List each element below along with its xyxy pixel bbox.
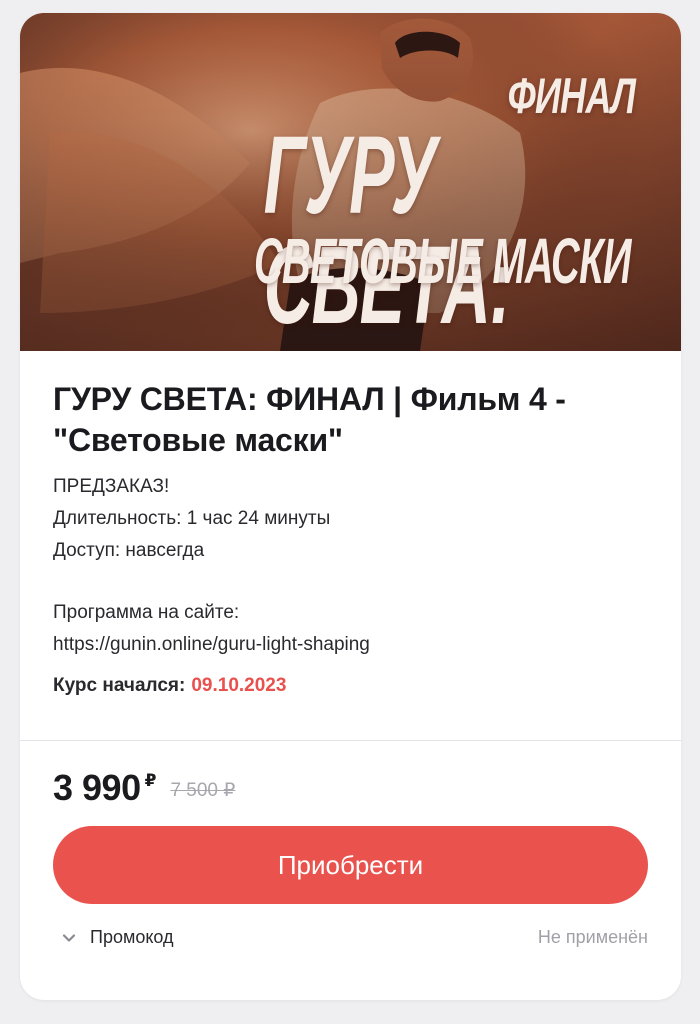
product-info: ПРЕДЗАКАЗ! Длительность: 1 час 24 минуты… [53,471,648,567]
program-info: Программа на сайте: https://gunin.online… [53,597,648,661]
product-card: ФИНАЛ ГУРУ СВЕТА: СВЕТОВЫЕ МАСКИ ГУРУ СВ… [20,13,681,1000]
promo-status: Не применён [537,927,648,947]
duration-text: Длительность: 1 час 24 минуты [53,508,331,529]
program-label: Программа на сайте: [53,602,240,623]
promo-code-label: Промокод [90,927,174,947]
course-start-date: 09.10.2023 [191,675,287,696]
access-text: Доступ: навсегда [53,540,205,561]
program-url: https://gunin.online/guru-light-shaping [53,634,370,655]
product-title[interactable]: ГУРУ СВЕТА: ФИНАЛ | Фильм 4 - "Световые … [53,351,648,461]
banner-final-text: ФИНАЛ [507,68,635,124]
old-price: 7 500 ₽ [170,780,236,801]
preorder-label: ПРЕДЗАКАЗ! [53,476,170,497]
promo-code-toggle[interactable]: Промокод [62,927,174,948]
product-details: ГУРУ СВЕТА: ФИНАЛ | Фильм 4 - "Световые … [20,351,681,697]
currency-symbol: ₽ [144,771,157,790]
current-price: 3 990 [53,767,141,808]
course-start: Курс начался: 09.10.2023 [53,675,648,697]
divider [20,740,681,741]
product-banner-image[interactable]: ФИНАЛ ГУРУ СВЕТА: СВЕТОВЫЕ МАСКИ [20,13,681,351]
course-start-label: Курс начался: [53,675,186,696]
chevron-down-icon [62,933,76,942]
buy-button[interactable]: Приобрести [53,826,648,904]
banner-subtitle-text: СВЕТОВЫЕ МАСКИ [254,225,631,297]
price-row: 3 990 ₽ 7 500 ₽ [53,767,235,809]
